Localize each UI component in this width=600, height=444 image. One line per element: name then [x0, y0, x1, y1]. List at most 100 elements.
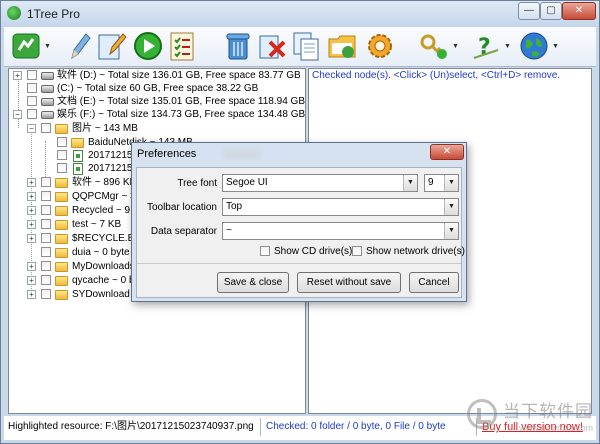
close-button[interactable]: ✕ — [562, 2, 596, 20]
tree-row-label: (C:) ~ Total size 60 GB, Free space 38.2… — [57, 83, 259, 94]
tree-row-label: MyDownloads — [72, 261, 135, 272]
row-checkbox[interactable] — [27, 109, 37, 119]
row-checkbox[interactable] — [41, 261, 51, 271]
row-checkbox[interactable] — [57, 163, 67, 173]
help-dropdown-icon[interactable]: ▼ — [504, 43, 511, 50]
row-checkbox[interactable] — [57, 137, 67, 147]
copy-icon[interactable] — [290, 30, 322, 62]
checklist-icon[interactable] — [166, 30, 198, 62]
expand-icon[interactable]: + — [27, 220, 36, 229]
watermark: 当下软件园 www.downxia.com — [467, 393, 597, 439]
refresh-dropdown-icon[interactable]: ▼ — [44, 43, 51, 50]
row-checkbox[interactable] — [57, 150, 67, 160]
tree-row-label: QQPCMgr ~ 3 — [72, 191, 136, 202]
settings-gear-icon[interactable] — [364, 30, 396, 62]
help-icon[interactable]: ? — [470, 30, 502, 62]
row-checkbox[interactable] — [41, 275, 51, 285]
dialog-body: Tree font Segoe UI ▼ 9 ▼ Toolbar locatio… — [136, 167, 465, 298]
folder-icon — [71, 138, 84, 148]
row-checkbox[interactable] — [27, 96, 37, 106]
font-size-select[interactable]: 9 ▼ — [424, 174, 459, 192]
save-close-button[interactable]: Save & close — [217, 272, 289, 293]
folder-icon — [55, 262, 68, 272]
globe-dropdown-icon[interactable]: ▼ — [552, 43, 559, 50]
trash-icon[interactable] — [222, 30, 254, 62]
row-checkbox[interactable] — [41, 233, 51, 243]
data-separator-select[interactable]: ~ ▼ — [222, 222, 459, 240]
blurred-artifact — [223, 149, 261, 159]
cancel-button[interactable]: Cancel — [409, 272, 459, 293]
toolbar-location-label: Toolbar location — [146, 202, 217, 213]
expand-icon[interactable]: + — [27, 192, 36, 201]
collapse-icon[interactable]: − — [13, 110, 22, 119]
checkbox[interactable] — [352, 246, 362, 256]
tree-row-label: Recycled ~ 9 K — [72, 205, 140, 216]
keys-icon[interactable] — [418, 30, 450, 62]
refresh-tree-icon[interactable] — [10, 30, 42, 62]
folder-icon — [55, 276, 68, 286]
play-icon[interactable] — [132, 30, 164, 62]
collapse-icon[interactable]: + — [13, 71, 22, 80]
tree-row[interactable]: − 图片 ~ 143 MB — [9, 122, 305, 135]
expand-icon[interactable]: + — [27, 234, 36, 243]
image-file-icon — [73, 150, 83, 162]
tree-font-label: Tree font — [177, 178, 217, 189]
tree-row-label: test ~ 7 KB — [72, 219, 122, 230]
minimize-button[interactable]: — — [518, 2, 540, 20]
expand-icon[interactable]: + — [27, 290, 36, 299]
folder-icon — [55, 290, 68, 300]
row-checkbox[interactable] — [27, 83, 37, 93]
row-checkbox[interactable] — [41, 205, 51, 215]
tree-row[interactable]: 文档 (E:) ~ Total size 135.01 GB, Free spa… — [9, 95, 305, 108]
delete-icon[interactable] — [256, 30, 288, 62]
edit-note-icon[interactable] — [96, 30, 128, 62]
globe-icon[interactable] — [518, 30, 550, 62]
tree-row-label: SYDownload ~ — [72, 289, 139, 300]
app-window: 1Tree Pro — ▢ ✕ ▼ ▼ ? ▼ ▼ + 软件 (D:) ~ To… — [0, 0, 600, 444]
folder-icon[interactable] — [326, 30, 358, 62]
row-checkbox[interactable] — [41, 219, 51, 229]
folder-icon — [55, 192, 68, 202]
drive-icon — [41, 72, 54, 80]
tree-row[interactable]: + 软件 (D:) ~ Total size 136.01 GB, Free s… — [9, 69, 305, 82]
maximize-button[interactable]: ▢ — [540, 2, 562, 20]
expand-icon[interactable]: + — [27, 276, 36, 285]
tree-row-label: 软件 ~ 896 KB — [72, 177, 137, 188]
tree-row-label: 软件 (D:) ~ Total size 136.01 GB, Free spa… — [57, 70, 301, 81]
reset-without-save-button[interactable]: Reset without save — [297, 272, 401, 293]
watermark-url: www.downxia.com — [519, 423, 594, 433]
chevron-down-icon: ▼ — [444, 223, 458, 239]
collapse-icon[interactable]: − — [27, 124, 36, 133]
checked-summary-text: Checked: 0 folder / 0 byte, 0 File / 0 b… — [266, 421, 446, 432]
show-cd-drives-checkbox[interactable]: Show CD drive(s) — [260, 246, 352, 257]
row-checkbox[interactable] — [41, 123, 51, 133]
expand-icon[interactable]: + — [27, 178, 36, 187]
drive-icon — [41, 85, 54, 93]
folder-icon — [55, 248, 68, 258]
watermark-logo-icon — [467, 399, 497, 429]
row-checkbox[interactable] — [41, 177, 51, 187]
expand-icon[interactable]: + — [27, 206, 36, 215]
checked-nodes-hint: Checked node(s). <Click> (Un)select, <Ct… — [312, 70, 561, 81]
show-cd-drives-label: Show CD drive(s) — [274, 246, 353, 257]
toolbar-location-select[interactable]: Top ▼ — [222, 198, 459, 216]
tree-row[interactable]: (C:) ~ Total size 60 GB, Free space 38.2… — [9, 82, 305, 95]
chevron-down-icon: ▼ — [444, 199, 458, 215]
row-checkbox[interactable] — [41, 247, 51, 257]
row-checkbox[interactable] — [27, 70, 37, 80]
pencil-icon[interactable] — [62, 30, 94, 62]
folder-icon — [55, 124, 68, 134]
row-checkbox[interactable] — [41, 289, 51, 299]
dialog-close-button[interactable]: ✕ — [430, 144, 464, 160]
checkbox[interactable] — [260, 246, 270, 256]
keys-dropdown-icon[interactable]: ▼ — [452, 43, 459, 50]
drive-icon — [41, 98, 54, 106]
chevron-down-icon: ▼ — [444, 175, 458, 191]
expand-icon[interactable]: + — [27, 262, 36, 271]
row-checkbox[interactable] — [41, 191, 51, 201]
show-network-drives-label: Show network drive(s) — [366, 246, 465, 257]
tree-font-select[interactable]: Segoe UI ▼ — [222, 174, 418, 192]
tree-row[interactable]: − 娱乐 (F:) ~ Total size 134.73 GB, Free s… — [9, 108, 305, 121]
show-network-drives-checkbox[interactable]: Show network drive(s) — [352, 246, 465, 257]
highlighted-resource-text: Highlighted resource: F:\图片\201712150237… — [8, 421, 254, 432]
